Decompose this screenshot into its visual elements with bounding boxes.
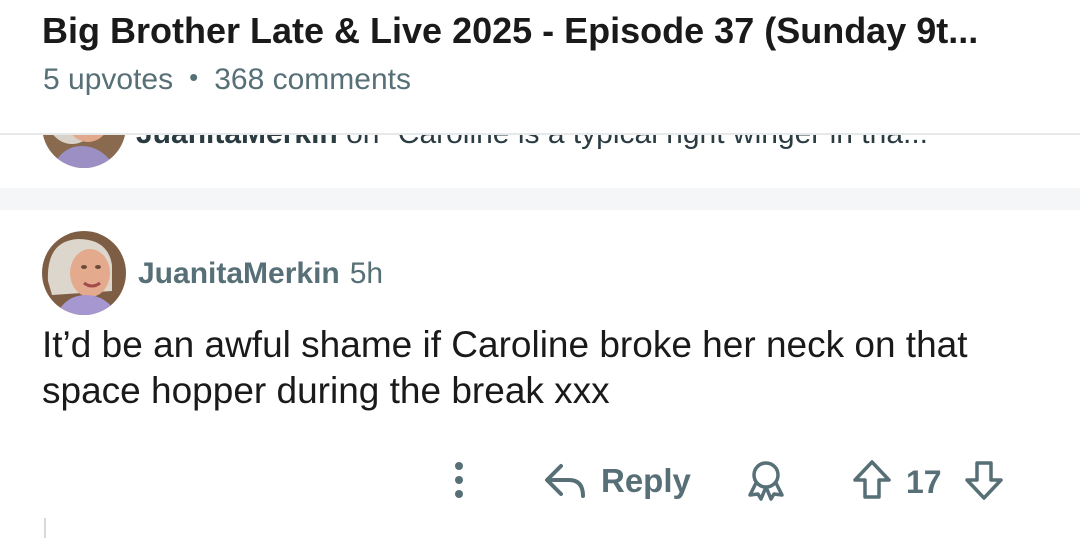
meta-separator: • [189,62,199,92]
upvote-arrow-icon [853,460,891,499]
more-vertical-icon [455,462,463,498]
header-divider [0,133,1080,135]
upvote-count: 5 upvotes [43,63,174,96]
comment-thread-screen: Big Brother Late & Live 2025 - Episode 3… [0,0,1080,538]
section-gap [0,188,1080,210]
reply-button[interactable]: Reply [543,460,691,502]
reply-label: Reply [601,462,691,499]
vote-score: 17 [906,464,942,500]
thread-line [44,518,46,538]
award-icon [748,461,784,501]
more-options-button[interactable] [440,458,478,502]
comment-actions: Reply 17 [0,450,1080,510]
avatar[interactable] [42,231,126,315]
comment-count: 368 comments [214,63,411,96]
upvote-button[interactable] [850,458,894,502]
post-header[interactable]: Big Brother Late & Live 2025 - Episode 3… [0,0,1080,134]
reply-icon [545,464,585,498]
post-title[interactable]: Big Brother Late & Live 2025 - Episode 3… [42,8,1042,54]
comment-author: JuanitaMerkin 5h [138,256,383,292]
comment-time: 5h [349,257,384,290]
author-name[interactable]: JuanitaMerkin [138,257,340,290]
post-meta: 5 upvotes • 368 comments [43,60,411,100]
downvote-button[interactable] [962,458,1006,502]
downvote-arrow-icon [965,461,1003,500]
award-button[interactable] [744,458,788,502]
comment: JuanitaMerkin 5h It’d be an awful shame i… [0,210,1080,538]
comment-body: It’d be an awful shame if Caroline broke… [42,324,968,411]
